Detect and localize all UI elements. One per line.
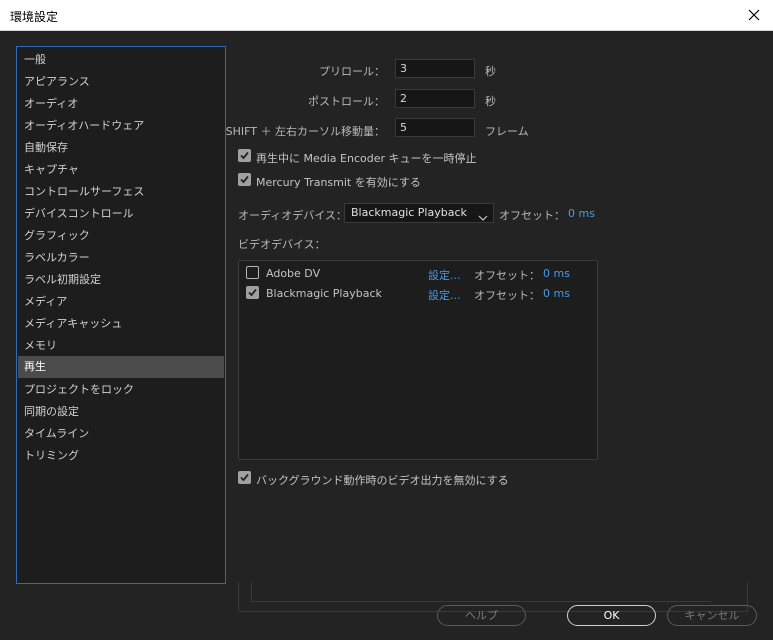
sidebar-item-memory[interactable]: メモリ [18,335,224,357]
shift-move-label: SHIFT ＋ 左右カーソル移動量： [225,125,385,138]
disable-background-output-label: バックグラウンド動作時のビデオ出力を無効にする [256,474,509,487]
sidebar-item-sync-settings[interactable]: 同期の設定 [18,401,224,423]
pause-media-encoder-checkbox[interactable] [238,149,251,162]
disable-background-output-checkbox[interactable] [238,471,251,484]
video-device-list: Adobe DV 設定... オフセット： 0 ms Blackmagic Pl… [238,260,598,460]
mercury-transmit-checkbox[interactable] [238,173,251,186]
blackmagic-playback-checkbox[interactable] [246,286,259,299]
shift-move-input[interactable]: 5 [395,118,475,137]
audio-device-dropdown[interactable]: Blackmagic Playback [344,203,494,223]
sidebar-item-timeline[interactable]: タイムライン [18,423,224,445]
window-title: 環境設定 [10,10,59,24]
sidebar-item-trim[interactable]: トリミング [18,445,224,467]
postroll-label: ポストロール： [308,95,385,108]
audio-offset-value[interactable]: 0 ms [568,207,595,220]
video-device-offset-label: オフセット： [474,269,540,282]
audio-device-label: オーディオデバイス： [238,209,347,222]
sidebar-item-device-control[interactable]: デバイスコントロール [18,203,224,225]
audio-offset-label: オフセット： [499,209,565,222]
pause-media-encoder-label: 再生中に Media Encoder キューを一時停止 [256,152,477,165]
video-device-offset-value[interactable]: 0 ms [543,287,570,300]
sidebar-item-graphics[interactable]: グラフィック [18,225,224,247]
video-device-offset-value[interactable]: 0 ms [543,267,570,280]
video-device-offset-label: オフセット： [474,289,540,302]
sidebar-item-auto-save[interactable]: 自動保存 [18,137,224,159]
adobe-dv-settings-link[interactable]: 設定... [428,267,461,283]
title-bar: 環境設定 [0,0,773,31]
sidebar-item-audio-hardware[interactable]: オーディオハードウェア [18,115,224,137]
panel-inner-frame [251,582,711,602]
postroll-unit: 秒 [485,95,496,108]
sidebar-item-media[interactable]: メディア [18,291,224,313]
sidebar-item-capture[interactable]: キャプチャ [18,159,224,181]
postroll-input[interactable]: 2 [395,89,475,108]
sidebar-item-media-cache[interactable]: メディアキャッシュ [18,313,224,335]
video-device-label: ビデオデバイス： [238,238,326,251]
sidebar-item-general[interactable]: 一般 [18,49,224,71]
sidebar-item-audio[interactable]: オーディオ [18,93,224,115]
sidebar-item-appearance[interactable]: アピアランス [18,71,224,93]
preroll-input[interactable]: 3 [395,59,475,78]
help-button[interactable]: ヘルプ [437,605,526,626]
chevron-down-icon [478,210,488,228]
preroll-label: プリロール： [319,65,385,78]
video-device-name: Adobe DV [266,267,321,280]
video-device-name: Blackmagic Playback [266,287,382,300]
preroll-unit: 秒 [485,65,496,78]
blackmagic-settings-link[interactable]: 設定... [428,287,461,303]
preferences-category-list: 一般 アピアランス オーディオ オーディオハードウェア 自動保存 キャプチャ コ… [16,46,226,584]
sidebar-item-project-locking[interactable]: プロジェクトをロック [18,379,224,401]
mercury-transmit-label: Mercury Transmit を有効にする [256,176,421,189]
close-icon[interactable] [743,4,765,26]
ok-button[interactable]: OK [567,605,656,626]
sidebar-item-playback[interactable]: 再生 [18,356,224,378]
shift-move-unit: フレーム [485,125,529,138]
sidebar-item-control-surface[interactable]: コントロールサーフェス [18,181,224,203]
adobe-dv-checkbox[interactable] [246,266,259,279]
cancel-button[interactable]: キャンセル [667,605,757,626]
sidebar-item-label-defaults[interactable]: ラベル初期設定 [18,269,224,291]
sidebar-item-label-colors[interactable]: ラベルカラー [18,247,224,269]
audio-device-value: Blackmagic Playback [351,206,467,219]
